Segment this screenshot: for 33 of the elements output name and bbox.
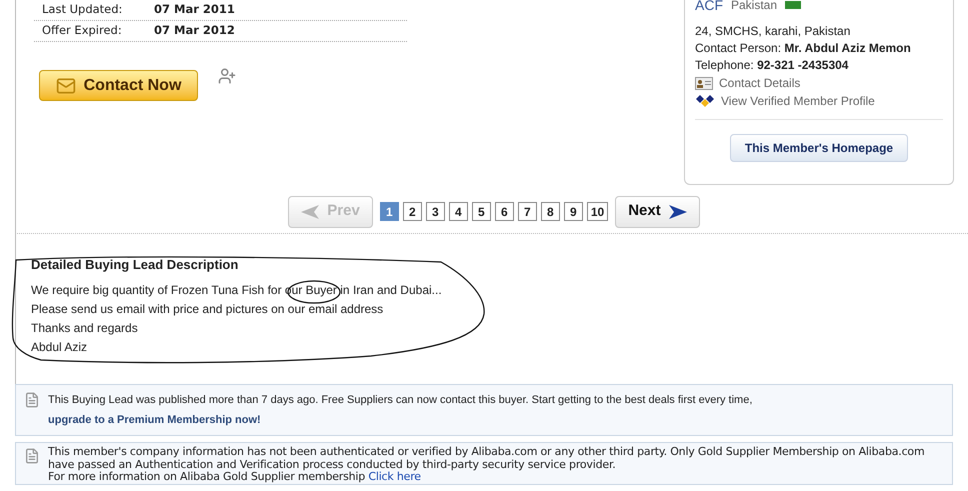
field-label: Offer Expired: xyxy=(42,22,123,40)
member-homepage-button[interactable]: This Member's Homepage xyxy=(730,134,908,162)
field-value: 07 Mar 2012 xyxy=(154,22,235,40)
country-label: Pakistan xyxy=(731,0,778,11)
description-text: Abdul Aziz xyxy=(31,339,88,356)
page-number[interactable]: 4 xyxy=(448,202,468,221)
next-button[interactable]: Next xyxy=(615,196,700,228)
field-label: Last Updated: xyxy=(42,1,124,18)
notice-text: This Buying Lead was published more than 7 days ago. Free Suppliers can now contact this buyer. Start getting to the best deals first every time, upgrade to a Premium Membership now! xyxy=(48,393,754,428)
contact-person-text: Contact Person: Mr. Abdul Aziz Memon xyxy=(695,40,912,57)
description-title: Detailed Buying Lead Description xyxy=(31,256,240,274)
click-here-link[interactable]: Click here xyxy=(368,470,421,483)
telephone-text: Telephone: 92-321 -2435304 xyxy=(695,57,850,74)
page-number[interactable]: 1 xyxy=(380,202,399,221)
description-text: Please send us email with price and pictures on our email address xyxy=(31,301,384,318)
page-number[interactable]: 8 xyxy=(540,202,560,221)
field-value: 07 Mar 2011 xyxy=(154,1,235,18)
description-text: Thanks and regards xyxy=(31,320,139,337)
page-number[interactable]: 7 xyxy=(518,202,537,221)
page-number[interactable]: 2 xyxy=(402,202,422,221)
page-number[interactable]: 9 xyxy=(564,202,583,221)
page-number[interactable]: 6 xyxy=(494,202,514,221)
address-text: 24, SMCHS, karahi, Pakistan xyxy=(695,23,852,40)
profile-link[interactable]: View Verified Member Profile xyxy=(721,92,875,110)
company-name[interactable]: ACF xyxy=(695,0,723,11)
contact-now-button[interactable]: Contact Now xyxy=(39,70,198,101)
profile-link[interactable]: Contact Details xyxy=(719,74,800,92)
upgrade-link[interactable]: upgrade to a Premium Membership now! xyxy=(48,414,261,426)
notice-text: For more information on Alibaba Gold Supplier membership Click here xyxy=(48,471,422,484)
notice-text: This member's company information has not been authenticated or verified by Alibaba.com or any other third party. Only Gold Supplier Membership on Alibaba.com have passed an Authentication and Verification process conducted by third-party security service provider. xyxy=(48,446,926,471)
page-number[interactable]: 3 xyxy=(426,202,445,221)
page-number[interactable]: 5 xyxy=(472,202,491,221)
page-number[interactable]: 10 xyxy=(586,202,608,221)
